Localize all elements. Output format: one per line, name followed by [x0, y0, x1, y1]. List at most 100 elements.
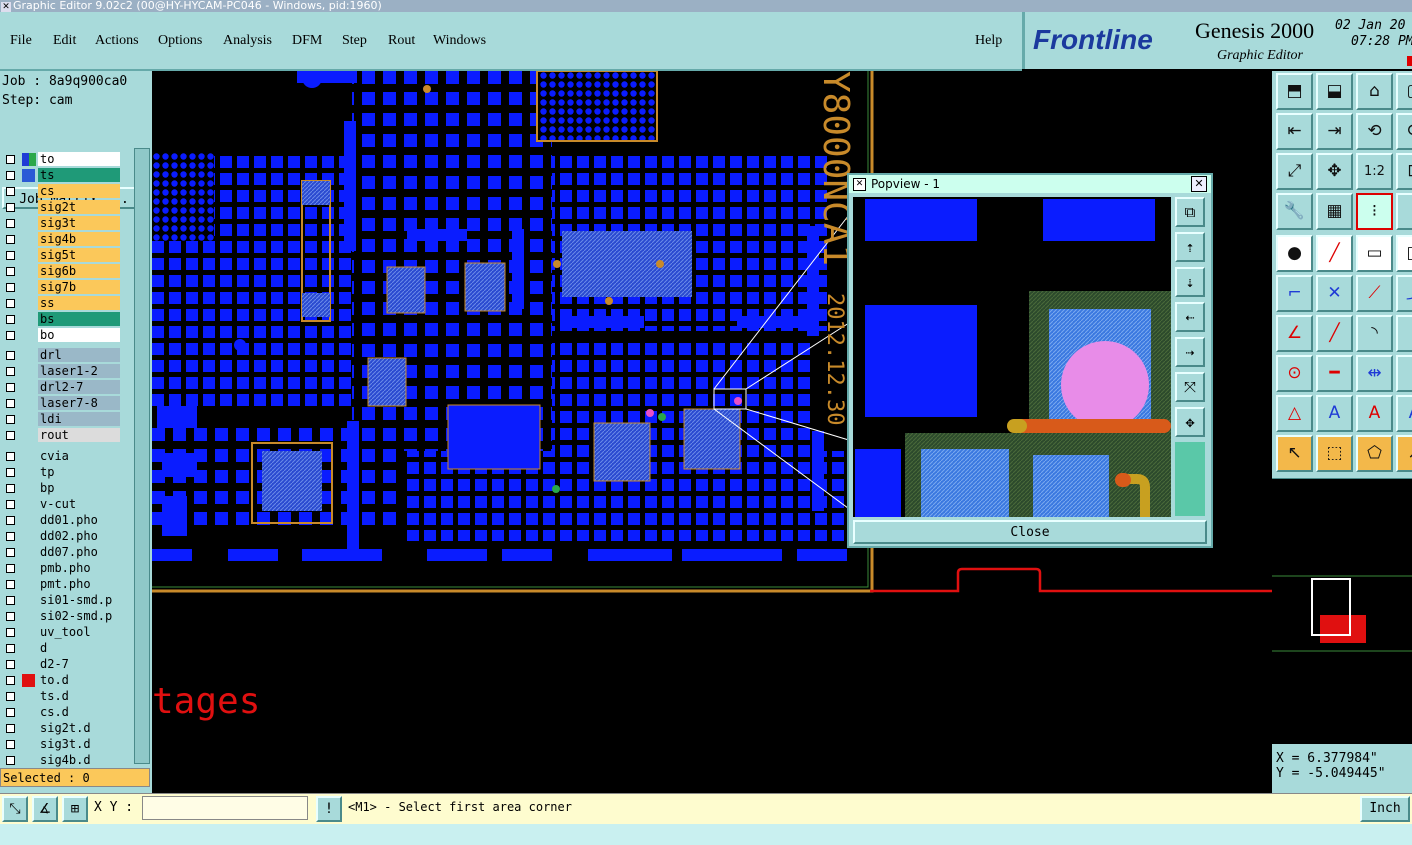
layer-row[interactable]: dd07.pho [2, 545, 120, 560]
layer-checkbox[interactable] [6, 267, 15, 276]
layer-row[interactable]: ss [2, 296, 120, 311]
layer-row[interactable]: sig5t [2, 248, 120, 263]
minus-icon[interactable]: ━ [1316, 355, 1353, 392]
layer-checkbox[interactable] [6, 756, 15, 765]
layer-row[interactable]: sig2t.d [2, 721, 120, 736]
layer-checkbox[interactable] [6, 468, 15, 477]
layer-row[interactable]: to [2, 152, 120, 167]
menu-options[interactable]: Options [158, 33, 202, 49]
grid-mode-icon[interactable]: ⊞ [62, 796, 88, 822]
layer-checkbox[interactable] [6, 660, 15, 669]
layer-scrollbar[interactable] [134, 148, 150, 764]
connect-icon[interactable]: ⌐ [1276, 275, 1313, 312]
layer-checkbox[interactable] [6, 580, 15, 589]
layer-checkbox[interactable] [6, 708, 15, 717]
layer-color-swatch[interactable] [22, 153, 29, 166]
page-icon[interactable]: ▢ [1396, 73, 1412, 110]
close-icon[interactable]: ✕ [1191, 176, 1207, 192]
popview-close-button[interactable]: Close [853, 520, 1207, 544]
text2-icon[interactable]: A [1396, 395, 1412, 432]
layer-checkbox[interactable] [6, 351, 15, 360]
zoom-area-icon[interactable]: ⊡ [1396, 153, 1412, 190]
menu-step[interactable]: Step [342, 33, 367, 49]
point-icon[interactable]: ⊙ [1276, 355, 1313, 392]
bracket-icon[interactable]: [ [1396, 315, 1412, 352]
redraw-icon[interactable]: ⟲ [1356, 113, 1393, 150]
bar-icon[interactable]: │ [1396, 355, 1412, 392]
menu-edit[interactable]: Edit [53, 33, 76, 49]
layer-checkbox[interactable] [6, 367, 15, 376]
route-icon[interactable]: ⤴ [1396, 275, 1412, 312]
layer-row[interactable]: d [2, 641, 120, 656]
layer-checkbox[interactable] [6, 516, 15, 525]
layer-checkbox[interactable] [6, 331, 15, 340]
arrow-line-icon[interactable]: ⟋ [1356, 275, 1393, 312]
ruler-icon[interactable]: ▭ [1356, 235, 1393, 272]
snap-icon[interactable]: ⁝ [1356, 193, 1393, 230]
layers-icon[interactable]: ⁞ [1396, 193, 1412, 230]
alert-icon[interactable]: ! [316, 796, 342, 822]
popview-pan-down-button[interactable]: ⇣ [1175, 267, 1205, 297]
layer-row[interactable]: laser7-8 [2, 396, 120, 411]
layer-row[interactable]: si01-smd.p [2, 593, 120, 608]
layer-row[interactable]: bo [2, 328, 120, 343]
layer-row[interactable]: to.d [2, 673, 120, 688]
angle-mode-icon[interactable]: ∡ [32, 796, 58, 822]
layer-row[interactable]: rout [2, 428, 120, 443]
square-icon[interactable]: □ [1396, 235, 1412, 272]
layer-row[interactable]: bs [2, 312, 120, 327]
pan-left-icon[interactable]: ⇤ [1276, 113, 1313, 150]
layer-row[interactable]: cvia [2, 449, 120, 464]
layer-row[interactable]: cs [2, 184, 120, 199]
triangle-a-icon[interactable]: A [1316, 395, 1353, 432]
layer-checkbox[interactable] [6, 283, 15, 292]
layer-row[interactable]: sig3t.d [2, 737, 120, 752]
layer-row[interactable]: sig4b.d [2, 753, 120, 768]
layer-checkbox[interactable] [6, 596, 15, 605]
layer-checkbox[interactable] [6, 399, 15, 408]
popview-menu-icon[interactable]: ✕ [853, 178, 866, 191]
cross-icon[interactable]: ✕ [1316, 275, 1353, 312]
layer-checkbox[interactable] [6, 644, 15, 653]
layer-row[interactable]: cs.d [2, 705, 120, 720]
layer-checkbox[interactable] [6, 299, 15, 308]
popview-canvas[interactable] [853, 197, 1171, 517]
window-icon[interactable]: ✕ [1, 2, 11, 12]
layer-checkbox[interactable] [6, 628, 15, 637]
layer-checkbox[interactable] [6, 431, 15, 440]
pan-right-icon[interactable]: ⇥ [1316, 113, 1353, 150]
layer-row[interactable]: sig7b [2, 280, 120, 295]
layer-checkbox[interactable] [6, 724, 15, 733]
layer-row[interactable]: ts.d [2, 689, 120, 704]
layer-row[interactable]: laser1-2 [2, 364, 120, 379]
layer-checkbox[interactable] [6, 171, 15, 180]
layer-checkbox[interactable] [6, 187, 15, 196]
layer-row[interactable]: v-cut [2, 497, 120, 512]
layer-row[interactable]: sig4b [2, 232, 120, 247]
layer-checkbox[interactable] [6, 612, 15, 621]
layer-row[interactable]: uv_tool [2, 625, 120, 640]
menu-dfm[interactable]: DFM [292, 33, 322, 49]
zoom-center-icon[interactable]: ✥ [1316, 153, 1353, 190]
grid-icon[interactable]: ▦ [1316, 193, 1353, 230]
view-bottom-icon[interactable]: ⬓ [1316, 73, 1353, 110]
popview-title-bar[interactable]: ✕ Popview - 1 ✕ [849, 175, 1211, 193]
layer-row[interactable]: d2-7 [2, 657, 120, 672]
layer-row[interactable]: dd01.pho [2, 513, 120, 528]
layer-row[interactable]: si02-smd.p [2, 609, 120, 624]
popview-zoom-button[interactable]: ⧉ [1175, 197, 1205, 227]
layer-color-swatch[interactable] [29, 153, 36, 166]
text-icon[interactable]: A [1356, 395, 1393, 432]
measure-icon[interactable]: ⇹ [1356, 355, 1393, 392]
layer-color-swatch[interactable] [22, 169, 35, 182]
layer-row[interactable]: ts [2, 168, 120, 183]
menu-analysis[interactable]: Analysis [223, 33, 272, 49]
menu-actions[interactable]: Actions [95, 33, 139, 49]
layer-checkbox[interactable] [6, 564, 15, 573]
view-home-icon[interactable]: ⬒ [1276, 73, 1313, 110]
layer-checkbox[interactable] [6, 415, 15, 424]
layer-row[interactable]: tp [2, 465, 120, 480]
layer-checkbox[interactable] [6, 500, 15, 509]
unit-button[interactable]: Inch [1360, 796, 1410, 822]
layer-row[interactable]: pmb.pho [2, 561, 120, 576]
